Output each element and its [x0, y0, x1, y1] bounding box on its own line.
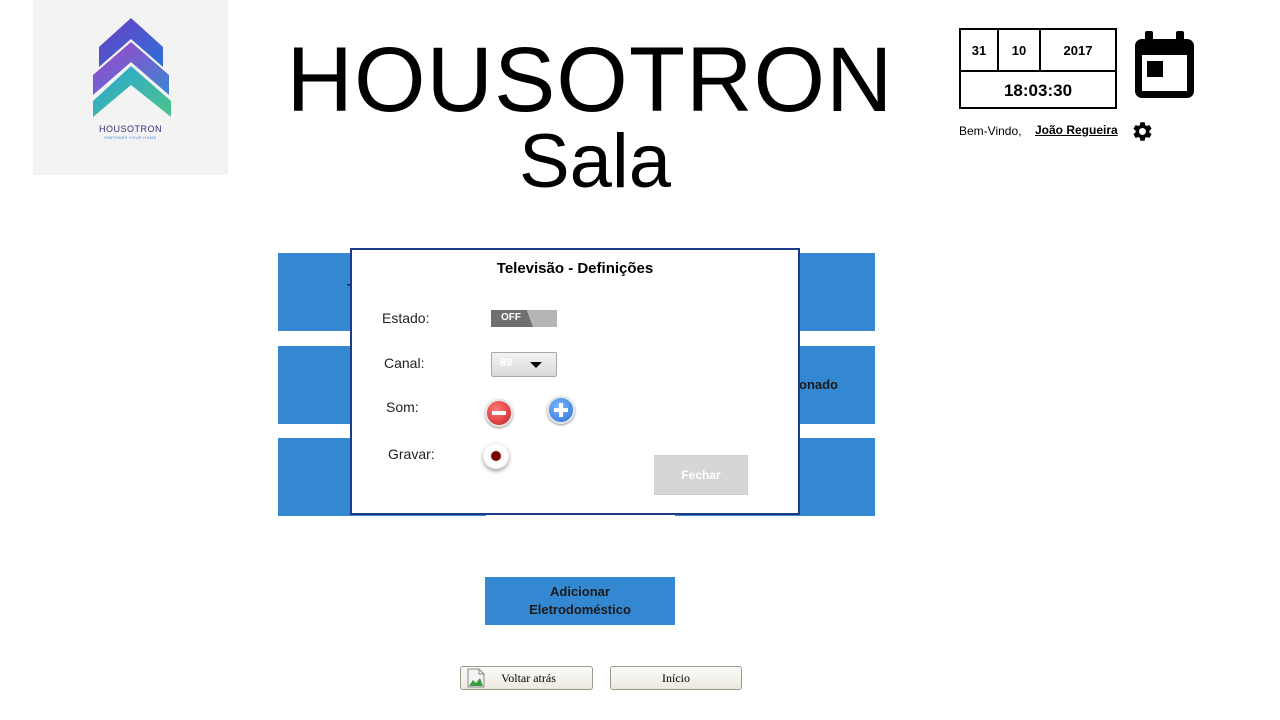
broken-image-icon	[467, 668, 485, 688]
channel-select[interactable]: 89	[491, 352, 557, 377]
house-logo-icon	[93, 18, 171, 117]
close-button[interactable]: Fechar	[654, 455, 748, 495]
record-button[interactable]	[483, 443, 509, 469]
tile-label: onado	[799, 377, 838, 392]
date-day: 31	[961, 30, 999, 70]
welcome-text: Bem-Vindo,	[959, 124, 1022, 138]
back-button-label: Voltar atrás	[501, 670, 556, 685]
home-button[interactable]: Início	[610, 666, 742, 690]
user-name-link[interactable]: João Regueira	[1035, 123, 1118, 137]
som-label: Som:	[386, 399, 419, 415]
logo-tagline: EMPOWER YOUR HOME	[104, 135, 157, 140]
appliance-tile[interactable]: T	[278, 253, 355, 331]
appliance-tile[interactable]	[278, 346, 351, 424]
channel-value: 89	[500, 357, 513, 369]
volume-up-button[interactable]	[547, 396, 575, 424]
clock-time: 18:03:30	[1003, 80, 1073, 100]
add-appliance-label-line2: Eletrodoméstico	[529, 602, 631, 617]
chevron-down-icon	[530, 362, 542, 368]
home-button-label: Início	[662, 670, 690, 685]
estado-label: Estado:	[382, 310, 430, 326]
calendar-icon[interactable]	[1133, 31, 1196, 100]
gear-icon[interactable]	[1131, 120, 1154, 143]
canal-label: Canal:	[384, 355, 425, 371]
appliance-tile[interactable]	[799, 438, 875, 516]
date-month: 10	[999, 30, 1041, 70]
appliance-tile[interactable]	[799, 253, 875, 331]
back-button[interactable]: Voltar atrás	[460, 666, 593, 690]
date-year: 2017	[1063, 42, 1093, 58]
logo: HOUSOTRON EMPOWER YOUR HOME	[33, 0, 228, 175]
logo-text: HOUSOTRON	[99, 124, 162, 134]
tv-settings-dialog: Televisão - Definições Estado: OFF Canal…	[350, 248, 800, 515]
appliance-tile[interactable]	[278, 438, 351, 516]
appliance-tile[interactable]: onado	[799, 346, 875, 424]
add-appliance-button[interactable]: Adicionar Eletrodoméstico	[485, 577, 675, 625]
toggle-state: OFF	[501, 312, 521, 323]
gravar-label: Gravar:	[388, 446, 435, 462]
power-toggle[interactable]: OFF	[491, 310, 557, 327]
room-title: Sala	[518, 119, 672, 204]
datetime-panel: 31 10 2017 18:03:30	[959, 28, 1117, 109]
volume-down-button[interactable]	[485, 399, 513, 427]
add-appliance-label-line1: Adicionar	[550, 584, 610, 599]
dialog-title: Televisão - Definições	[496, 260, 654, 277]
app-title: HOUSOTRON	[286, 29, 894, 131]
